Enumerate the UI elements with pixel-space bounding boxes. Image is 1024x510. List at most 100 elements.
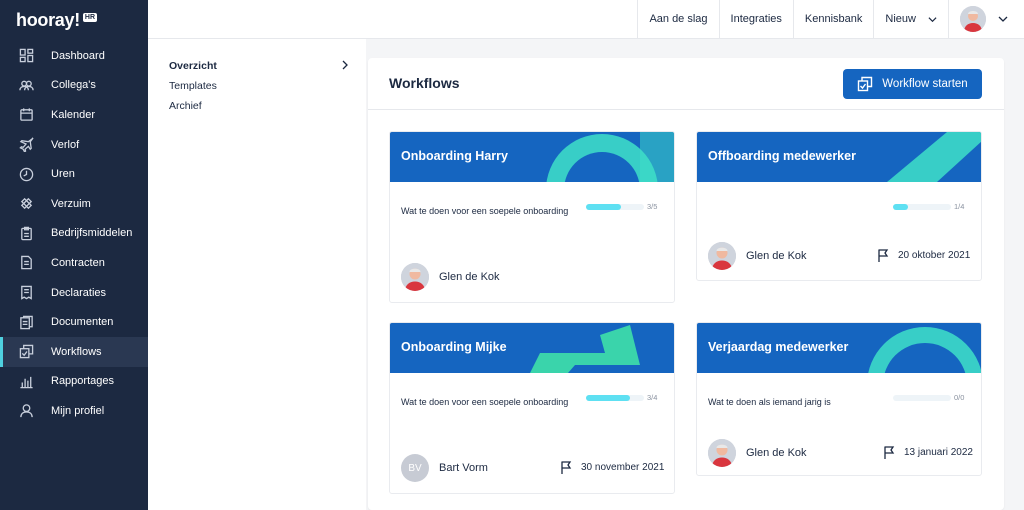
clipboard-icon bbox=[18, 225, 34, 241]
subnav-item-overzicht[interactable]: Overzicht bbox=[169, 60, 217, 72]
hooray-logo[interactable]: hooray! HR bbox=[16, 10, 98, 31]
top-link-aan-de-slag[interactable]: Aan de slag bbox=[637, 0, 718, 38]
assignee-name: Glen de Kok bbox=[439, 271, 500, 283]
card-assignee: Glen de Kok bbox=[708, 242, 807, 270]
workflow-card-onboarding-mijke[interactable]: Onboarding Mijke Wat te doen voor een so… bbox=[389, 322, 675, 494]
progress-fill bbox=[586, 395, 630, 401]
card-header: Verjaardag medewerker bbox=[697, 323, 981, 373]
card-header: Offboarding medewerker bbox=[697, 132, 981, 182]
logo-text: hooray! bbox=[16, 10, 80, 30]
sidebar-item-rapportages[interactable]: Rapportages bbox=[0, 367, 148, 397]
card-title: Onboarding Harry bbox=[401, 149, 508, 163]
workflow-icon bbox=[18, 344, 34, 360]
sidebar-item-workflows[interactable]: Workflows bbox=[0, 336, 148, 367]
sidebar-item-kalender[interactable]: Kalender bbox=[0, 100, 148, 130]
dashboard-icon bbox=[18, 48, 34, 64]
progress-count: 1/4 bbox=[954, 202, 965, 211]
workflow-card-onboarding-harry[interactable]: Onboarding Harry Wat te doen voor een so… bbox=[389, 131, 675, 303]
card-header: Onboarding Mijke bbox=[390, 323, 674, 373]
sidebar-item-declaraties[interactable]: Declaraties bbox=[0, 278, 148, 308]
assignee-name: Bart Vorm bbox=[439, 462, 488, 474]
card-assignee: BV Bart Vorm bbox=[401, 454, 488, 482]
top-link-kennisbank[interactable]: Kennisbank bbox=[792, 0, 874, 38]
plane-icon bbox=[18, 137, 34, 153]
sidebar-item-verzuim[interactable]: Verzuim bbox=[0, 189, 148, 219]
card-title: Onboarding Mijke bbox=[401, 340, 507, 354]
card-description: Wat te doen als iemand jarig is bbox=[708, 397, 831, 407]
sidebar-item-label: Verlof bbox=[51, 138, 80, 151]
avatar-initials: BV bbox=[401, 454, 429, 482]
flag-icon bbox=[878, 249, 889, 262]
bandage-icon bbox=[18, 196, 34, 212]
sidebar-item-dashboard[interactable]: Dashboard bbox=[0, 41, 148, 71]
progress-fill bbox=[893, 204, 908, 210]
workflow-card-verjaardag[interactable]: Verjaardag medewerker Wat te doen als ie… bbox=[696, 322, 982, 476]
chevron-down-icon bbox=[998, 16, 1008, 22]
calendar-icon bbox=[18, 107, 34, 123]
sidebar-item-verlof[interactable]: Verlof bbox=[0, 130, 148, 160]
user-menu[interactable] bbox=[948, 0, 1024, 38]
sidebar-item-label: Declaraties bbox=[51, 286, 107, 299]
new-menu-button[interactable]: Nieuw bbox=[873, 0, 948, 38]
progress-fill bbox=[586, 204, 621, 210]
sidebar-item-label: Verzuim bbox=[51, 197, 91, 210]
workflows-panel: Workflows Workflow starten Onboarding Ha… bbox=[368, 58, 1004, 510]
sidebar-item-label: Kalender bbox=[51, 108, 96, 121]
sidebar-item-label: Contracten bbox=[51, 256, 105, 269]
card-due-date: 13 januari 2022 bbox=[883, 445, 973, 460]
document-icon bbox=[18, 255, 34, 271]
new-menu-label: Nieuw bbox=[885, 13, 916, 25]
sidebar-item-mijn-profiel[interactable]: Mijn profiel bbox=[0, 396, 148, 426]
sidebar-item-contracten[interactable]: Contracten bbox=[0, 248, 148, 278]
chevron-down-icon bbox=[928, 16, 937, 22]
start-workflow-button[interactable]: Workflow starten bbox=[843, 69, 982, 99]
sidebar: hooray! HR Dashboard Collega's Kalender … bbox=[0, 0, 148, 510]
sidebar-item-label: Rapportages bbox=[51, 375, 114, 388]
sidebar-item-label: Mijn profiel bbox=[51, 404, 105, 417]
documents-icon bbox=[18, 314, 34, 330]
subnav-item-archief[interactable]: Archief bbox=[169, 100, 202, 112]
chevron-right-icon bbox=[342, 60, 348, 70]
top-link-integraties[interactable]: Integraties bbox=[718, 0, 793, 38]
sidebar-item-label: Uren bbox=[51, 168, 75, 181]
due-date-text: 13 januari 2022 bbox=[904, 447, 973, 458]
card-header: Onboarding Harry bbox=[390, 132, 674, 182]
sidebar-item-label: Workflows bbox=[51, 345, 102, 358]
progress-count: 3/4 bbox=[647, 393, 658, 402]
top-links: Aan de slag Integraties Kennisbank Nieuw bbox=[637, 0, 1024, 38]
card-assignee: Glen de Kok bbox=[708, 439, 807, 467]
colleagues-icon bbox=[18, 77, 34, 93]
user-avatar bbox=[960, 6, 986, 32]
subnav-item-templates[interactable]: Templates bbox=[169, 80, 217, 92]
main-nav: Dashboard Collega's Kalender Verlof Uren… bbox=[0, 41, 148, 426]
progress-bar bbox=[893, 204, 951, 210]
panel-header: Workflows Workflow starten bbox=[368, 58, 1004, 110]
progress-bar bbox=[893, 395, 951, 401]
workflow-card-offboarding[interactable]: Offboarding medewerker 1/4 Glen de Kok 2… bbox=[696, 131, 982, 281]
sidebar-item-collegas[interactable]: Collega's bbox=[0, 71, 148, 101]
sidebar-item-documenten[interactable]: Documenten bbox=[0, 307, 148, 337]
avatar bbox=[708, 242, 736, 270]
sidebar-item-label: Dashboard bbox=[51, 49, 105, 62]
sidebar-item-uren[interactable]: Uren bbox=[0, 159, 148, 189]
avatar bbox=[708, 439, 736, 467]
receipt-icon bbox=[18, 285, 34, 301]
user-icon bbox=[18, 403, 34, 419]
chart-icon bbox=[18, 373, 34, 389]
clock-icon bbox=[18, 166, 34, 182]
progress-bar bbox=[586, 204, 644, 210]
sidebar-item-bedrijfsmiddelen[interactable]: Bedrijfsmiddelen bbox=[0, 219, 148, 249]
workflow-icon bbox=[858, 76, 873, 92]
workflows-subnav: Overzicht Templates Archief bbox=[148, 39, 366, 510]
progress-bar bbox=[586, 395, 644, 401]
sidebar-item-label: Documenten bbox=[51, 316, 114, 329]
card-title: Offboarding medewerker bbox=[708, 149, 856, 163]
card-due-date: 20 oktober 2021 bbox=[877, 248, 970, 263]
card-title: Verjaardag medewerker bbox=[708, 340, 849, 354]
card-description: Wat te doen voor een soepele onboarding bbox=[401, 397, 569, 407]
avatar bbox=[401, 263, 429, 291]
progress-count: 0/0 bbox=[954, 393, 965, 402]
progress-count: 3/5 bbox=[647, 202, 658, 211]
assignee-name: Glen de Kok bbox=[746, 250, 807, 262]
start-workflow-label: Workflow starten bbox=[882, 78, 968, 90]
